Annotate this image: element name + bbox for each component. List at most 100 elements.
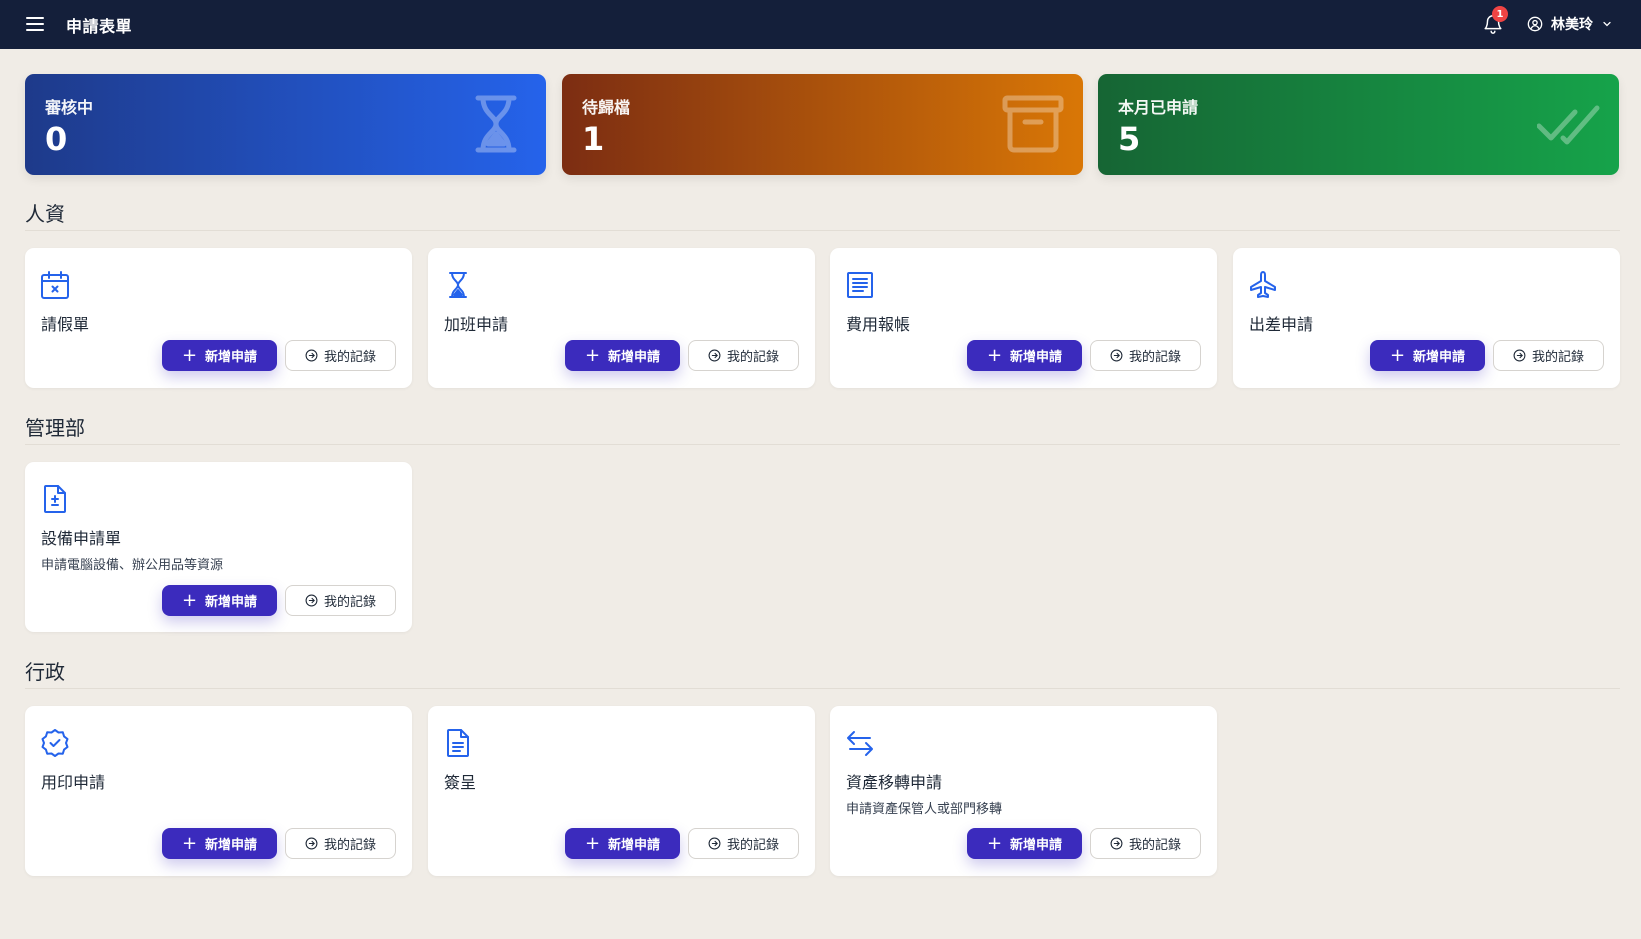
archive-icon: [1002, 95, 1064, 153]
stat-card-reviewing: 審核中 0: [25, 74, 546, 175]
form-card-seal: 用印申請 + 新增申請 我的記錄: [25, 706, 412, 876]
new-application-button[interactable]: + 新增申請: [162, 340, 277, 371]
section-title-admin: 行政: [25, 660, 65, 684]
calendar-x-icon: [41, 271, 69, 299]
form-card-business-trip: 出差申請 + 新增申請 我的記錄: [1233, 248, 1620, 388]
my-records-button[interactable]: 我的記錄: [688, 340, 799, 371]
my-records-button[interactable]: 我的記錄: [1090, 340, 1201, 371]
stat-card-monthly-applied: 本月已申請 5: [1098, 74, 1619, 175]
button-label: 新增申請: [1413, 350, 1466, 365]
button-label: 我的記錄: [1128, 350, 1181, 365]
plus-icon: +: [181, 832, 198, 854]
stat-value: 5: [1118, 120, 1141, 158]
form-card-leave: 請假單 + 新增申請 我的記錄: [25, 248, 412, 388]
my-records-button[interactable]: 我的記錄: [285, 340, 396, 371]
chevron-down-icon: [1603, 21, 1611, 27]
form-card-equipment: 設備申請單 申請電腦設備、辦公用品等資源 + 新增申請 我的記錄: [25, 462, 412, 632]
stat-value: 0: [45, 120, 68, 158]
button-label: 我的記錄: [726, 838, 779, 853]
plus-icon: +: [181, 344, 198, 366]
hourglass-icon: [449, 272, 467, 298]
hourglass-icon: [475, 95, 517, 153]
card-title: 設備申請單: [41, 529, 122, 548]
app-title: 申請表單: [66, 17, 133, 36]
arrow-circle-right-icon: [708, 349, 721, 362]
card-title: 請假單: [41, 315, 90, 334]
button-label: 我的記錄: [323, 838, 376, 853]
card-title: 加班申請: [444, 315, 509, 334]
arrow-circle-right-icon: [708, 837, 721, 850]
plus-icon: +: [181, 589, 198, 611]
arrow-circle-right-icon: [305, 349, 318, 362]
arrow-circle-right-icon: [1110, 837, 1123, 850]
section-divider: [25, 230, 1620, 231]
plus-icon: +: [986, 344, 1003, 366]
plus-icon: +: [584, 344, 601, 366]
form-card-memo: 簽呈 + 新增申請 我的記錄: [428, 706, 815, 876]
notification-badge: 1: [1492, 6, 1508, 22]
document-text-icon: [447, 729, 469, 757]
form-card-asset-transfer: 資產移轉申請 申請資產保管人或部門移轉 + 新增申請 我的記錄: [830, 706, 1217, 876]
receipt-icon: [847, 272, 873, 298]
new-application-button[interactable]: + 新增申請: [967, 828, 1082, 859]
my-records-button[interactable]: 我的記錄: [688, 828, 799, 859]
button-label: 新增申請: [608, 838, 661, 853]
stat-value: 1: [582, 120, 605, 158]
card-title: 出差申請: [1249, 315, 1314, 334]
button-label: 我的記錄: [1128, 838, 1181, 853]
arrow-circle-right-icon: [305, 594, 318, 607]
button-label: 新增申請: [608, 350, 661, 365]
new-application-button[interactable]: + 新增申請: [162, 585, 277, 616]
form-card-overtime: 加班申請 + 新增申請 我的記錄: [428, 248, 815, 388]
arrow-circle-right-icon: [1513, 349, 1526, 362]
user-menu[interactable]: 林美玲: [1527, 13, 1613, 35]
new-application-button[interactable]: + 新增申請: [967, 340, 1082, 371]
button-label: 新增申請: [1010, 838, 1063, 853]
badge-check-icon: [41, 729, 69, 757]
button-label: 我的記錄: [323, 595, 376, 610]
user-name: 林美玲: [1551, 17, 1593, 33]
arrows-transfer-icon: [847, 731, 873, 756]
stat-card-pending-archive: 待歸檔 1: [562, 74, 1083, 175]
button-label: 我的記錄: [726, 350, 779, 365]
section-divider: [25, 444, 1620, 445]
new-application-button[interactable]: + 新增申請: [162, 828, 277, 859]
section-title-management: 管理部: [25, 416, 85, 440]
section-divider: [25, 688, 1620, 689]
card-title: 資產移轉申請: [846, 773, 943, 792]
card-description: 申請資產保管人或部門移轉: [846, 802, 1003, 817]
card-title: 費用報帳: [846, 315, 911, 334]
new-application-button[interactable]: + 新增申請: [565, 340, 680, 371]
button-label: 新增申請: [205, 595, 258, 610]
card-title: 用印申請: [41, 773, 106, 792]
card-description: 申請電腦設備、辦公用品等資源: [41, 558, 224, 573]
card-title: 簽呈: [444, 773, 477, 792]
document-plus-minus-icon: [44, 485, 66, 513]
hamburger-menu-icon[interactable]: [26, 15, 44, 33]
airplane-icon: [1250, 271, 1276, 298]
double-check-icon: [1537, 105, 1600, 145]
my-records-button[interactable]: 我的記錄: [285, 585, 396, 616]
button-label: 我的記錄: [1531, 350, 1584, 365]
my-records-button[interactable]: 我的記錄: [1493, 340, 1604, 371]
button-label: 新增申請: [205, 838, 258, 853]
top-bar: 申請表單 1 林美玲: [0, 0, 1641, 49]
new-application-button[interactable]: + 新增申請: [1370, 340, 1485, 371]
plus-icon: +: [1389, 344, 1406, 366]
arrow-circle-right-icon: [305, 837, 318, 850]
button-label: 我的記錄: [323, 350, 376, 365]
stat-label: 待歸檔: [582, 98, 631, 117]
section-title-hr: 人資: [25, 202, 65, 226]
plus-icon: +: [584, 832, 601, 854]
stat-label: 審核中: [45, 98, 94, 117]
user-circle-icon: [1527, 16, 1543, 32]
my-records-button[interactable]: 我的記錄: [285, 828, 396, 859]
button-label: 新增申請: [205, 350, 258, 365]
new-application-button[interactable]: + 新增申請: [565, 828, 680, 859]
plus-icon: +: [986, 832, 1003, 854]
my-records-button[interactable]: 我的記錄: [1090, 828, 1201, 859]
form-card-expense: 費用報帳 + 新增申請 我的記錄: [830, 248, 1217, 388]
button-label: 新增申請: [1010, 350, 1063, 365]
arrow-circle-right-icon: [1110, 349, 1123, 362]
stat-label: 本月已申請: [1118, 98, 1199, 117]
